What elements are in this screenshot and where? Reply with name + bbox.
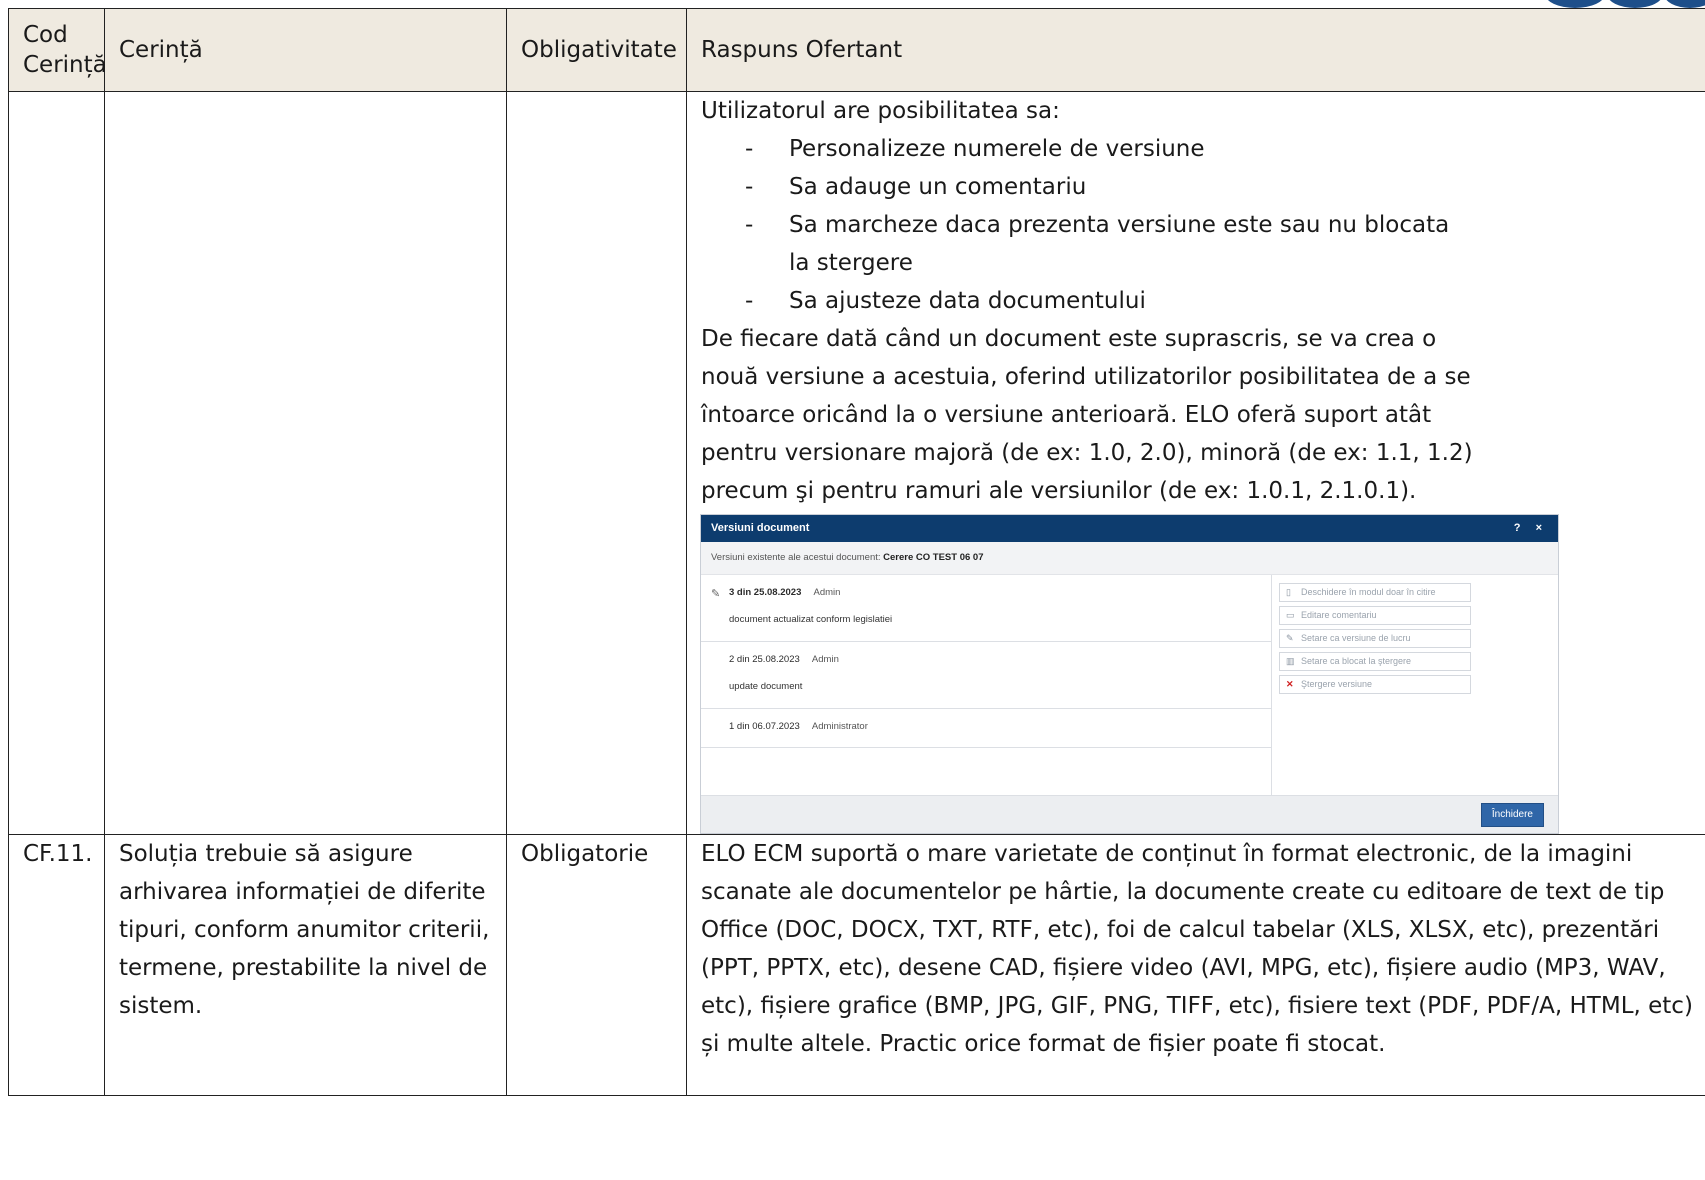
close-button[interactable]: Închidere <box>1480 803 1544 827</box>
response-bullets: Personalizeze numerele de versiune Sa ad… <box>701 130 1461 320</box>
subtitle-prefix: Versiuni existente ale acestui document: <box>711 552 881 563</box>
version-dialog-screenshot: Versiuni document ? × Versiuni existente… <box>700 514 1559 834</box>
action-label: Setare ca versiune de lucru <box>1301 633 1411 643</box>
bullet-item: Sa ajusteze data documentului <box>741 282 1461 320</box>
table-row: Utilizatorul are posibilitatea sa: Perso… <box>8 91 1705 835</box>
header-raspuns-ofertant: Raspuns Ofertant <box>686 8 1705 92</box>
delete-version-button[interactable]: ✕ Ştergere versiune <box>1279 675 1471 694</box>
version-user: Administrator <box>811 721 868 732</box>
version-date: 3 din 25.08.2023 <box>729 587 802 598</box>
action-label: Editare comentariu <box>1301 610 1377 620</box>
version-list: ✎ 3 din 25.08.2023 Admin document actual… <box>701 575 1271 795</box>
document-icon: ▯ <box>1286 587 1291 597</box>
divider <box>1271 575 1272 795</box>
version-head: 3 din 25.08.2023 Admin <box>729 587 840 598</box>
table-header-row: Cod Cerință Cerință Obligativitate Raspu… <box>8 8 1705 92</box>
cell-code: CF.11. <box>8 834 105 1096</box>
cell-requirement: Soluția trebuie să asigure arhivarea inf… <box>104 834 507 1096</box>
response-intro: Utilizatorul are posibilitatea sa: <box>701 98 1060 124</box>
version-user: Admin <box>811 654 839 665</box>
version-user: Admin <box>813 587 841 598</box>
dialog-title-bar: Versiuni document ? × <box>701 515 1558 542</box>
comment-icon: ▭ <box>1286 610 1295 620</box>
requirements-table: Cod Cerință Cerință Obligativitate Raspu… <box>8 8 1705 1096</box>
version-date: 2 din 25.08.2023 <box>729 654 800 665</box>
cell-requirement-empty <box>104 91 507 835</box>
pencil-icon: ✎ <box>711 588 721 600</box>
version-date: 1 din 06.07.2023 <box>729 721 800 732</box>
version-head: 2 din 25.08.2023 Admin <box>729 654 839 665</box>
pencil-icon: ✎ <box>1286 633 1294 643</box>
version-head: 1 din 06.07.2023 Administrator <box>729 721 868 732</box>
response-paragraph: De fiecare dată când un document este su… <box>701 326 1473 504</box>
cell-code-empty <box>8 91 105 835</box>
subtitle-document: Cerere CO TEST 06 07 <box>883 552 984 563</box>
version-actions: ▯ Deschidere în modul doar în citire ▭ Edi… <box>1279 583 1471 698</box>
list-item[interactable]: 1 din 06.07.2023 Administrator <box>701 709 1271 748</box>
header-cod-cerinta: Cod Cerință <box>8 8 107 92</box>
action-label: Deschidere în modul doar în citire <box>1301 587 1436 597</box>
cell-mandatory: Obligatorie <box>506 834 687 1096</box>
cell-response: Utilizatorul are posibilitatea sa: Perso… <box>686 91 1705 835</box>
bullet-item: Sa adauge un comentariu <box>741 168 1461 206</box>
action-label: Ştergere versiune <box>1301 679 1373 689</box>
dialog-controls[interactable]: ? × <box>1514 515 1548 542</box>
open-readonly-button[interactable]: ▯ Deschidere în modul doar în citire <box>1279 583 1471 602</box>
header-cerinta: Cerință <box>104 8 507 92</box>
version-comment: update document <box>729 681 803 692</box>
dialog-title: Versiuni document <box>711 522 810 534</box>
set-working-version-button[interactable]: ✎ Setare ca versiune de lucru <box>1279 629 1471 648</box>
cell-mandatory-empty <box>506 91 687 835</box>
dialog-footer: Închidere <box>701 795 1558 833</box>
list-item[interactable]: 2 din 25.08.2023 Admin update document <box>701 642 1271 709</box>
dialog-subtitle: Versiuni existente ale acestui document:… <box>701 542 1558 575</box>
bullet-item: Personalizeze numerele de versiune <box>741 130 1461 168</box>
delete-x-icon: ✕ <box>1286 679 1294 689</box>
version-comment: document actualizat conform legislatiei <box>729 614 893 625</box>
header-obligativitate: Obligativitate <box>506 8 687 92</box>
list-item[interactable]: ✎ 3 din 25.08.2023 Admin document actual… <box>701 575 1271 642</box>
set-delete-lock-button[interactable]: ▥ Setare ca blocat la ştergere <box>1279 652 1471 671</box>
bullet-item: Sa marcheze daca prezenta versiune este … <box>741 206 1461 282</box>
cell-response: ELO ECM suportă o mare varietate de conț… <box>686 834 1705 1096</box>
edit-comment-button[interactable]: ▭ Editare comentariu <box>1279 606 1471 625</box>
action-label: Setare ca blocat la ştergere <box>1301 656 1412 666</box>
table-row: CF.11. Soluția trebuie să asigure arhiva… <box>8 834 1705 1096</box>
trash-lock-icon: ▥ <box>1286 656 1295 666</box>
